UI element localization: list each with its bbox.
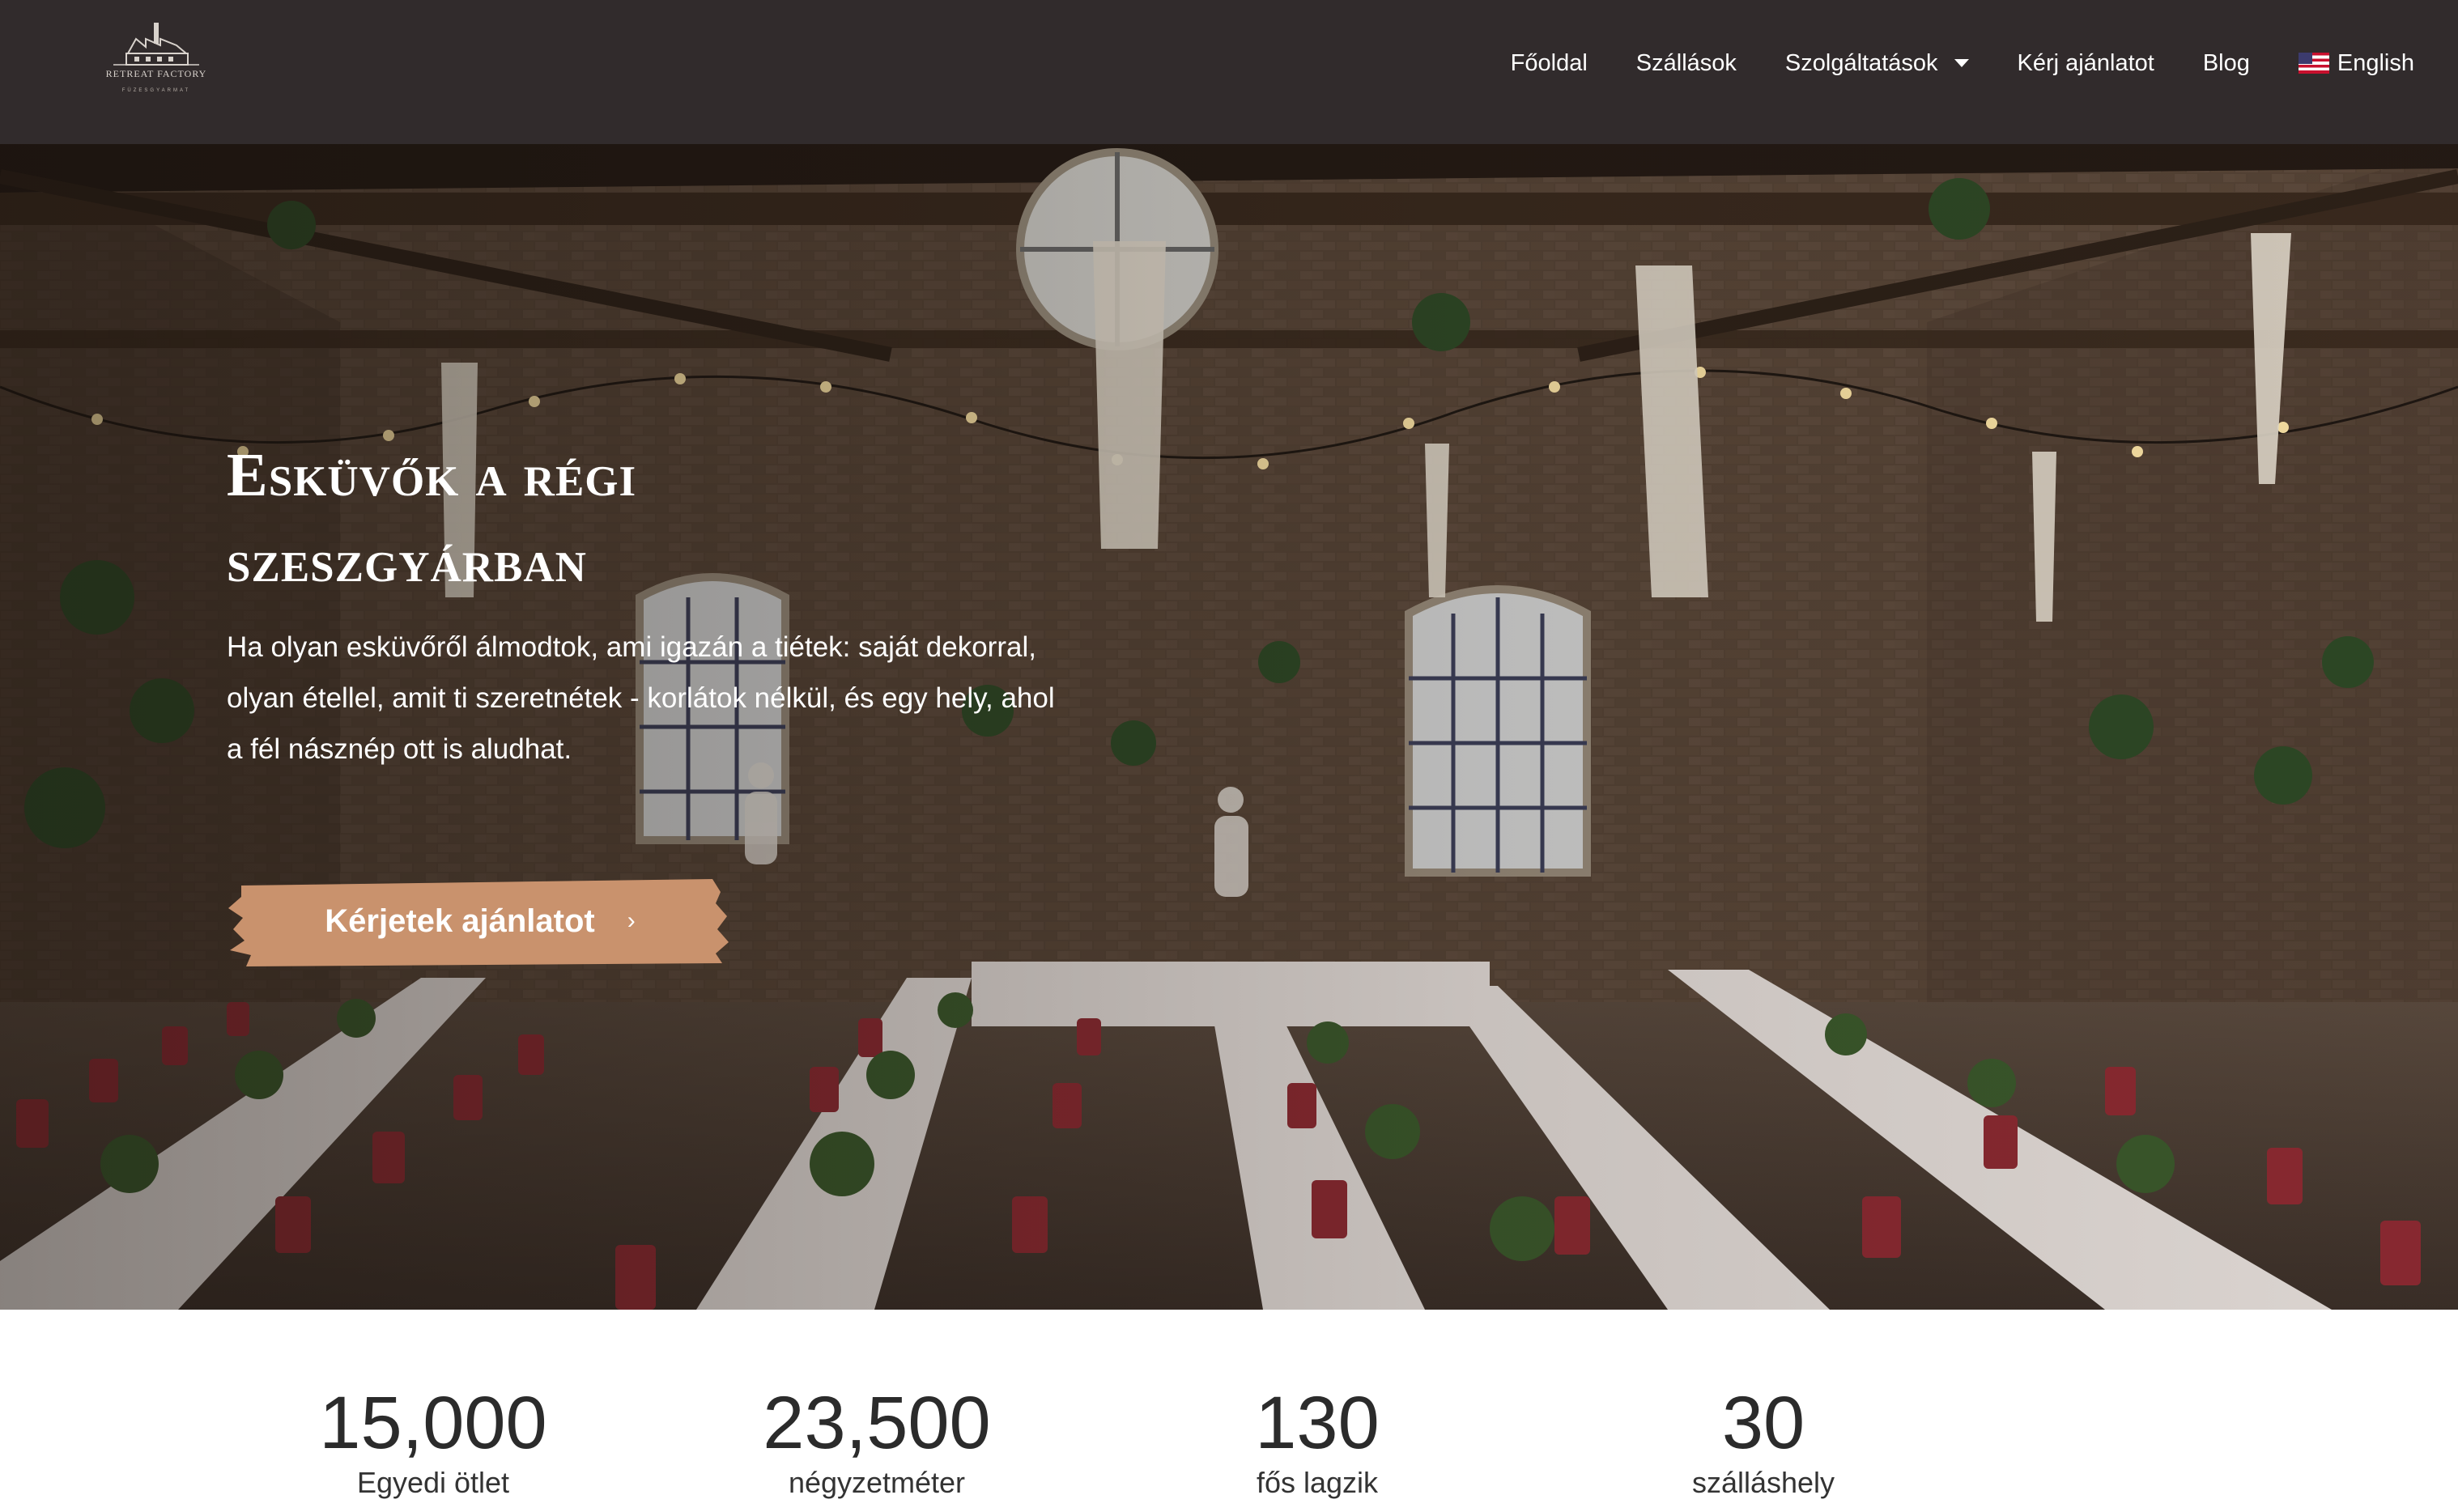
stat-label: fős lagzik: [1256, 1466, 1379, 1499]
nav-item-fooldal[interactable]: Főoldal: [1486, 50, 1612, 77]
stat-number: 15,000: [319, 1382, 547, 1464]
nav-item-kerj-ajanlatot[interactable]: Kérj ajánlatot: [1993, 50, 2179, 77]
stat-number: 130: [1255, 1382, 1380, 1464]
main-nav: Főoldal Szállások Szolgáltatások Kérj aj…: [1486, 0, 2439, 126]
request-offer-label: Kérjetek ajánlatot: [325, 903, 595, 939]
nav-item-label: Főoldal: [1510, 49, 1588, 76]
hero-title-line: Esküvők a régi: [227, 441, 637, 509]
hero-description: Ha olyan esküvőről álmodtok, ami igazán …: [227, 631, 1055, 765]
stat-item: 30 szálláshely: [1593, 1382, 1933, 1501]
site-header: RETREAT FACTORY FÜZESGYARMAT Főoldal Szá…: [0, 0, 2458, 144]
stat-item: 15,000 Egyedi ötlet: [263, 1382, 603, 1501]
chevron-right-icon: ›: [627, 907, 636, 934]
nav-item-label: Blog: [2202, 49, 2250, 76]
logo-subtitle: FÜZESGYARMAT: [121, 88, 191, 93]
us-flag-icon: [2298, 53, 2329, 74]
stat-item: 23,500 négyzetméter: [707, 1382, 1047, 1501]
hero-title-line: szeszgyárban: [227, 527, 587, 595]
nav-item-szallasok[interactable]: Szállások: [1612, 50, 1761, 77]
stat-label: négyzetméter: [788, 1466, 966, 1499]
hero-section: Esküvők a régi szeszgyárban Ha olyan esk…: [0, 144, 2458, 1310]
stat-number: 23,500: [763, 1382, 991, 1464]
stat-item: 130 fős lagzik: [1147, 1382, 1487, 1501]
stat-label: szálláshely: [1691, 1466, 1835, 1499]
caret-down-icon: [1954, 59, 1969, 67]
site-logo[interactable]: RETREAT FACTORY FÜZESGYARMAT: [96, 21, 217, 99]
hero-title: Esküvők a régi szeszgyárban: [227, 432, 1117, 604]
request-offer-button[interactable]: Kérjetek ajánlatot ›: [227, 876, 734, 966]
factory-logo-icon: [113, 23, 199, 66]
nav-item-label: Szolgáltatások: [1784, 49, 1938, 76]
nav-item-szolgaltatasok[interactable]: Szolgáltatások: [1761, 50, 1993, 77]
nav-item-label: Kérj ajánlatot: [2017, 49, 2154, 76]
nav-item-label: English: [2337, 49, 2414, 76]
stats-section: 15,000 Egyedi ötlet 23,500 négyzetméter …: [0, 1310, 2458, 1512]
language-switcher-english[interactable]: English: [2274, 50, 2439, 77]
stat-number: 30: [1721, 1382, 1805, 1464]
logo-name: RETREAT FACTORY: [105, 68, 207, 79]
nav-item-blog[interactable]: Blog: [2179, 50, 2274, 77]
nav-item-label: Szállások: [1635, 49, 1737, 76]
stat-label: Egyedi ötlet: [356, 1466, 510, 1499]
